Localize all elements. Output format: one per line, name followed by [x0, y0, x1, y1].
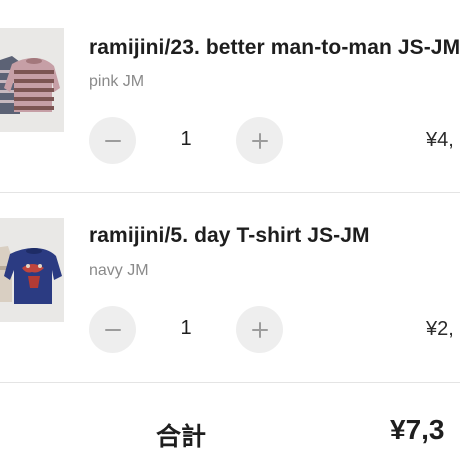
- divider: [0, 382, 460, 383]
- cart-item: ramijini/5. day T-shirt JS-JM navy JM 1 …: [0, 192, 460, 382]
- product-thumbnail[interactable]: [0, 28, 64, 132]
- total-label: 合計: [156, 422, 207, 451]
- product-variant: navy JM: [89, 262, 149, 279]
- increase-quantity-button[interactable]: [236, 117, 283, 164]
- minus-icon: [104, 139, 121, 142]
- cart-screen: ramijini/23. better man-to-man JS-JM pin…: [0, 0, 460, 460]
- item-price: ¥2,: [426, 318, 454, 340]
- product-variant: pink JM: [89, 73, 145, 90]
- quantity-value: 1: [180, 128, 192, 150]
- total-value: ¥7,3: [390, 414, 445, 445]
- item-price: ¥4,: [426, 129, 454, 151]
- plus-icon: [258, 132, 261, 149]
- decrease-quantity-button[interactable]: [89, 117, 136, 164]
- decrease-quantity-button[interactable]: [89, 306, 136, 353]
- increase-quantity-button[interactable]: [236, 306, 283, 353]
- cart-item: ramijini/23. better man-to-man JS-JM pin…: [0, 0, 460, 190]
- product-thumbnail[interactable]: [0, 218, 64, 322]
- minus-icon: [104, 328, 121, 331]
- product-name[interactable]: ramijini/23. better man-to-man JS-JM: [89, 36, 460, 60]
- product-name[interactable]: ramijini/5. day T-shirt JS-JM: [89, 224, 370, 248]
- quantity-value: 1: [180, 317, 192, 339]
- plus-icon: [258, 321, 261, 338]
